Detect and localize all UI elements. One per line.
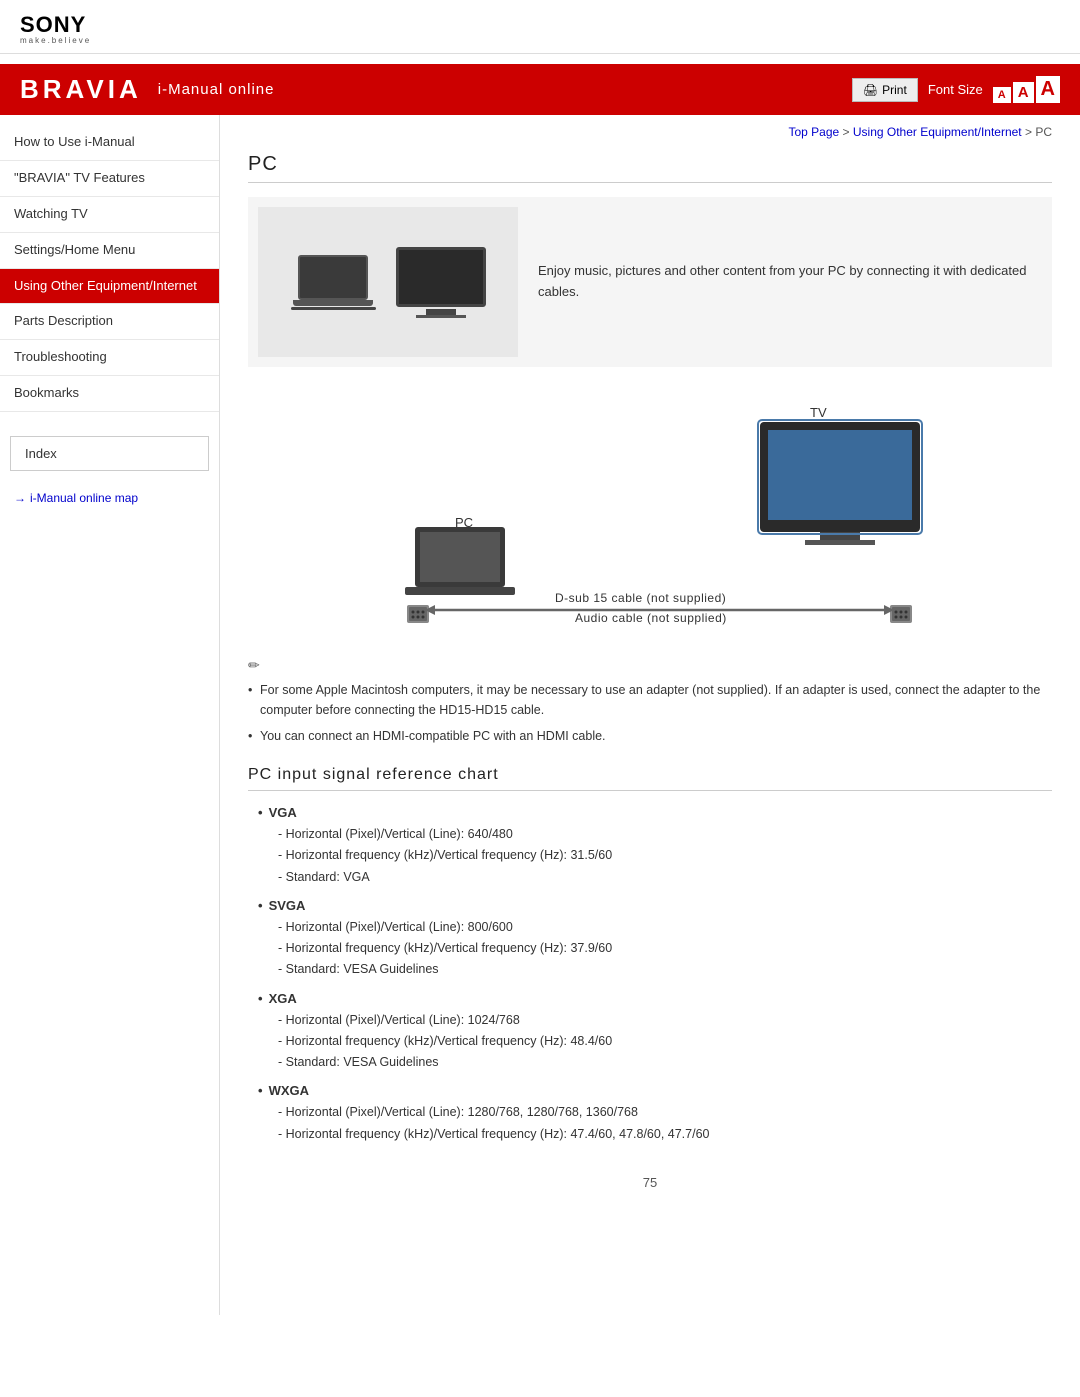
sidebar-item-settings[interactable]: Settings/Home Menu [0,233,219,269]
tv-image-intro [396,247,486,318]
signal-detail-svga-1: Horizontal frequency (kHz)/Vertical freq… [278,938,1052,959]
intro-text: Enjoy music, pictures and other content … [538,261,1042,303]
signal-detail-vga-2: Standard: VGA [278,867,1052,888]
sidebar-item-parts[interactable]: Parts Description [0,304,219,340]
signal-group-title-xga: XGA [258,991,1052,1006]
svg-text:TV: TV [810,405,827,420]
breadcrumb-current: PC [1035,125,1052,139]
signal-list: VGA Horizontal (Pixel)/Vertical (Line): … [248,805,1052,1145]
signal-detail-wxga-1: Horizontal frequency (kHz)/Vertical freq… [278,1124,1052,1145]
signal-detail-vga-1: Horizontal frequency (kHz)/Vertical freq… [278,845,1052,866]
note-icon: ✏ [248,657,1052,674]
signal-group-title-svga: SVGA [258,898,1052,913]
font-small-button[interactable]: A [993,87,1011,103]
sidebar-item-using-other[interactable]: Using Other Equipment/Internet [0,269,219,305]
page-title: PC [248,153,1052,183]
signal-details-svga: Horizontal (Pixel)/Vertical (Line): 800/… [258,917,1052,981]
print-button[interactable]: 🖨 Print [852,78,918,102]
main-layout: How to Use i-Manual "BRAVIA" TV Features… [0,115,1080,1315]
sony-logo: SONY make.believe [20,12,1060,45]
sidebar-item-troubleshooting[interactable]: Troubleshooting [0,340,219,376]
page-number: 75 [248,1175,1052,1190]
signal-detail-xga-0: Horizontal (Pixel)/Vertical (Line): 1024… [278,1010,1052,1031]
laptop-image [291,255,376,310]
bravia-right: 🖨 Print Font Size A A A [852,76,1060,103]
bravia-subtitle: i-Manual online [158,81,275,98]
signal-details-vga: Horizontal (Pixel)/Vertical (Line): 640/… [258,824,1052,888]
signal-group-wxga: WXGA Horizontal (Pixel)/Vertical (Line):… [258,1083,1052,1145]
arrow-icon: → [14,491,26,505]
sidebar-item-bravia-features[interactable]: "BRAVIA" TV Features [0,161,219,197]
signal-detail-xga-2: Standard: VESA Guidelines [278,1052,1052,1073]
breadcrumb-middle[interactable]: Using Other Equipment/Internet [853,125,1022,139]
breadcrumb-top[interactable]: Top Page [788,125,839,139]
signal-detail-svga-0: Horizontal (Pixel)/Vertical (Line): 800/… [278,917,1052,938]
signal-detail-wxga-0: Horizontal (Pixel)/Vertical (Line): 1280… [278,1102,1052,1123]
sidebar-item-index[interactable]: Index [10,436,209,471]
signal-detail-vga-0: Horizontal (Pixel)/Vertical (Line): 640/… [278,824,1052,845]
connection-diagram: TV PC [360,397,940,627]
intro-box: Enjoy music, pictures and other content … [248,197,1052,367]
sidebar: How to Use i-Manual "BRAVIA" TV Features… [0,115,220,1315]
sidebar-manual-map-link[interactable]: → i-Manual online map [0,483,219,513]
signal-group-title-wxga: WXGA [258,1083,1052,1098]
notes-section: ✏ For some Apple Macintosh computers, it… [248,657,1052,746]
content-area: Top Page > Using Other Equipment/Interne… [220,115,1080,1315]
svg-text:Audio cable (not supplied): Audio cable (not supplied) [575,611,727,625]
bravia-banner: BRAVIA i-Manual online 🖨 Print Font Size… [0,64,1080,115]
font-size-label: Font Size [928,82,983,97]
sidebar-item-watching-tv[interactable]: Watching TV [0,197,219,233]
note-item-0: For some Apple Macintosh computers, it m… [248,680,1052,720]
header: SONY make.believe [0,0,1080,54]
signal-chart-heading: PC input signal reference chart [248,766,1052,791]
font-medium-button[interactable]: A [1013,82,1034,103]
signal-group-title-vga: VGA [258,805,1052,820]
font-large-button[interactable]: A [1036,76,1060,103]
note-item-1: You can connect an HDMI-compatible PC wi… [248,726,1052,746]
diagram-area: TV PC [248,387,1052,637]
signal-group-xga: XGA Horizontal (Pixel)/Vertical (Line): … [258,991,1052,1074]
bravia-left: BRAVIA i-Manual online [20,74,274,105]
breadcrumb: Top Page > Using Other Equipment/Interne… [248,125,1052,139]
signal-detail-xga-1: Horizontal frequency (kHz)/Vertical freq… [278,1031,1052,1052]
signal-group-svga: SVGA Horizontal (Pixel)/Vertical (Line):… [258,898,1052,981]
font-size-controls: A A A [993,76,1060,103]
signal-detail-svga-2: Standard: VESA Guidelines [278,959,1052,980]
signal-details-wxga: Horizontal (Pixel)/Vertical (Line): 1280… [258,1102,1052,1145]
svg-text:D-sub 15 cable (not supplied): D-sub 15 cable (not supplied) [555,591,726,605]
sidebar-item-how-to-use[interactable]: How to Use i-Manual [0,125,219,161]
sidebar-item-bookmarks[interactable]: Bookmarks [0,376,219,412]
signal-details-xga: Horizontal (Pixel)/Vertical (Line): 1024… [258,1010,1052,1074]
signal-group-vga: VGA Horizontal (Pixel)/Vertical (Line): … [258,805,1052,888]
intro-image [258,207,518,357]
bravia-logo: BRAVIA [20,74,142,105]
print-icon: 🖨 [863,83,878,97]
